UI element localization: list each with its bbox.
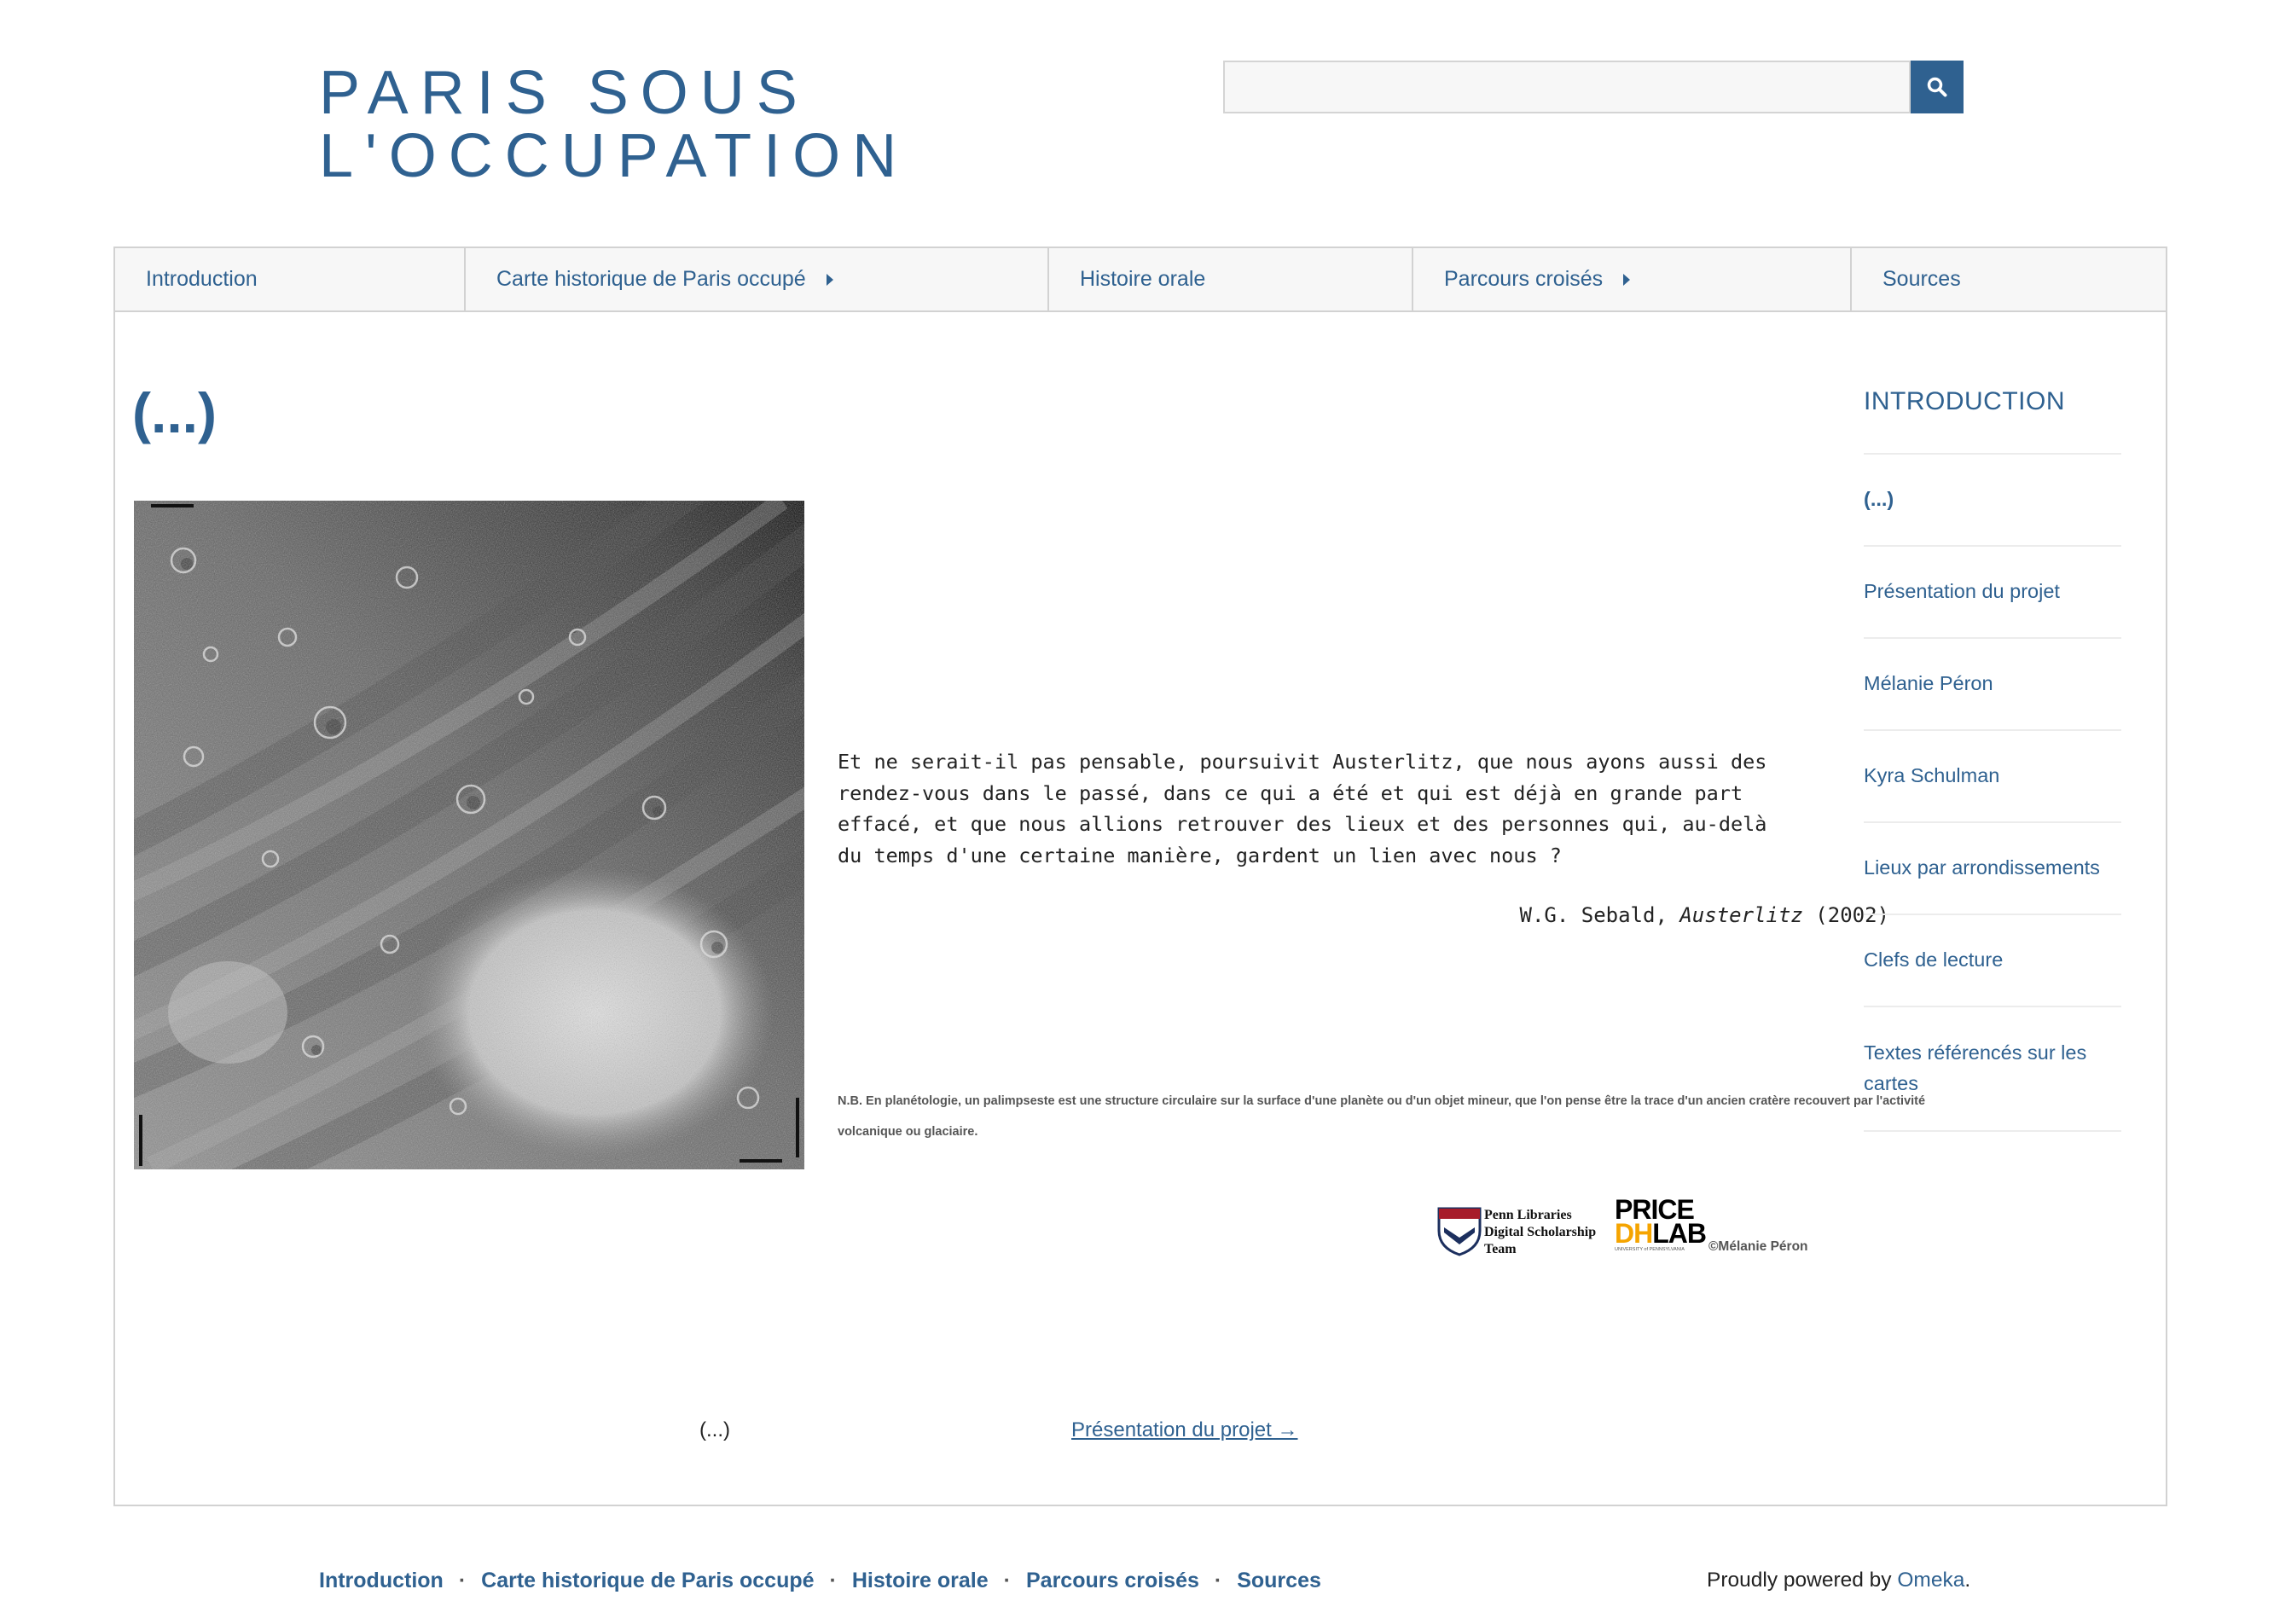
price-lab-logo-dhlab: DHLAB [1615,1218,1707,1249]
penn-line-1: Penn Libraries [1484,1208,1572,1222]
sidebar-item-label: (...) [1864,488,1894,510]
footer-link-parcours-croises[interactable]: Parcours croisés [1026,1569,1199,1593]
search-button[interactable] [1911,61,1964,113]
quote-work: Austerlitz [1679,903,1803,927]
submenu-arrow-icon[interactable] [826,273,833,286]
nav-item-introduction[interactable]: Introduction [115,248,466,310]
sidebar-item-label: Présentation du projet [1864,580,2060,602]
powered-by-suffix: . [1964,1569,1971,1592]
dh-text: DH [1615,1218,1653,1249]
nav-item-label: Introduction [146,267,258,291]
footer-separator: · [1214,1569,1222,1592]
nav-item-label: Parcours croisés [1444,267,1604,291]
upenn-tiny-text: UNIVERSITY of PENNSYLVANIA [1615,1247,1685,1252]
nav-item-parcours-croises[interactable]: Parcours croisés [1413,248,1852,310]
next-page-link[interactable]: Présentation du projet → [1071,1418,1298,1442]
sidebar-item-label: Lieux par arrondissements [1864,856,2100,879]
copyright-text: ©Mélanie Péron [1708,1239,1808,1254]
palimpsest-note: N.B. En planétologie, un palimpseste est… [838,1094,1926,1139]
omeka-link[interactable]: Omeka [1897,1569,1964,1592]
sidebar-item-presentation[interactable]: Présentation du projet [1864,547,2121,639]
penn-shield-logo [1437,1207,1482,1256]
powered-by: Proudly powered by Omeka. [1707,1569,1970,1592]
footer-separator: · [1003,1569,1011,1592]
nav-item-label: Histoire orale [1080,267,1206,291]
submenu-arrow-icon[interactable] [1623,273,1631,286]
footer-nav: Introduction · Carte historique de Paris… [319,1569,1321,1593]
nav-item-histoire-orale[interactable]: Histoire orale [1049,248,1413,310]
footer-link-sources[interactable]: Sources [1237,1569,1321,1593]
previous-page-link: (...) [699,1418,730,1441]
section-sidebar: INTRODUCTION (...) Présentation du proje… [1864,376,2121,1132]
footer-link-introduction[interactable]: Introduction [319,1569,444,1593]
powered-by-prefix: Proudly powered by [1707,1569,1898,1592]
penn-line-3: Team [1484,1242,1517,1256]
sidebar-item-current[interactable]: (...) [1864,455,2121,547]
credits-logos: Penn Libraries Digital Scholarship Team … [1437,1196,1932,1260]
sidebar-item-label: Clefs de lecture [1864,948,2004,971]
lab-text: LAB [1652,1218,1707,1249]
search-input[interactable] [1223,61,1911,113]
lunar-surface-graphic [134,501,804,1169]
nav-item-sources[interactable]: Sources [1852,248,2166,310]
sidebar-item-kyra-schulman[interactable]: Kyra Schulman [1864,731,2121,823]
footer-link-histoire-orale[interactable]: Histoire orale [852,1569,989,1593]
page-title: (...) [132,381,217,444]
sidebar-item-label: Kyra Schulman [1864,764,2000,786]
sidebar-heading[interactable]: INTRODUCTION [1864,376,2121,455]
site-title-line-1[interactable]: PARIS SOUS [319,61,908,125]
sidebar-item-label: Mélanie Péron [1864,672,1993,694]
nav-item-carte-historique[interactable]: Carte historique de Paris occupé [466,248,1049,310]
penn-libraries-text: Penn Libraries Digital Scholarship Team [1484,1207,1621,1258]
lunar-surface-image [134,501,804,1169]
quote-author: W.G. Sebald, [1519,903,1668,927]
footer-separator: · [829,1569,837,1592]
quote-attribution: W.G. Sebald, Austerlitz (2002) [1403,903,1890,927]
sidebar-item-label: Textes référencés sur les cartes [1864,1041,2087,1094]
main-nav: Introduction Carte historique de Paris o… [115,248,2166,312]
sidebar-item-clefs[interactable]: Clefs de lecture [1864,915,2121,1007]
penn-line-2: Digital Scholarship [1484,1225,1597,1239]
footer-link-carte-historique[interactable]: Carte historique de Paris occupé [481,1569,814,1593]
site-title-line-2[interactable]: L'OCCUPATION [319,125,908,188]
sidebar-item-melanie-peron[interactable]: Mélanie Péron [1864,639,2121,731]
site-title[interactable]: PARIS SOUS L'OCCUPATION [319,61,908,188]
sidebar-item-lieux[interactable]: Lieux par arrondissements [1864,823,2121,915]
content-frame: Introduction Carte historique de Paris o… [113,246,2167,1506]
search-form [1223,61,1964,113]
sebald-quote: Et ne serait-il pas pensable, poursuivit… [838,750,1767,867]
search-icon [1927,77,1947,97]
nav-item-label: Carte historique de Paris occupé [496,267,806,291]
sidebar-item-textes[interactable]: Textes référencés sur les cartes [1864,1007,2121,1132]
footer-separator: · [458,1569,467,1592]
nav-item-label: Sources [1882,267,1961,291]
